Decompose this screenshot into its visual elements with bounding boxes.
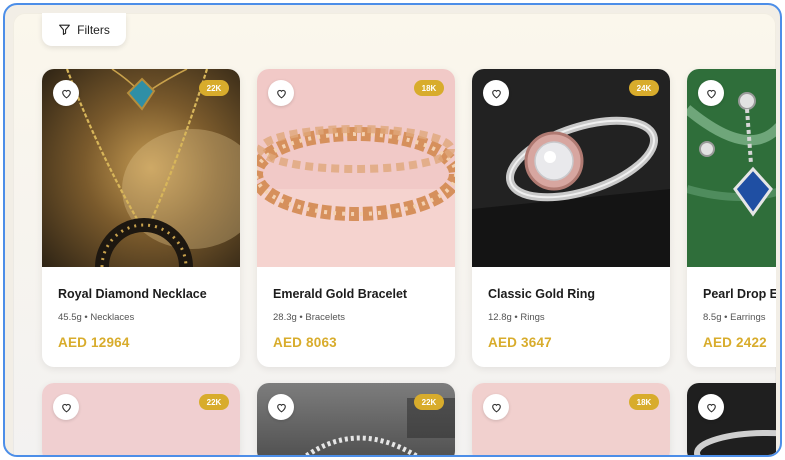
product-image[interactable]: 18K — [472, 383, 670, 455]
product-meta: 45.5g • Necklaces — [58, 312, 135, 323]
karat-badge: 22K — [199, 80, 229, 96]
product-price: AED 12964 — [58, 335, 130, 350]
karat-badge: 18K — [629, 394, 659, 410]
product-meta: 12.8g • Rings — [488, 312, 545, 323]
product-name[interactable]: Classic Gold Ring — [488, 287, 654, 301]
product-meta: 28.3g • Bracelets — [273, 312, 345, 323]
product-name[interactable]: Royal Diamond Necklace — [58, 287, 224, 301]
product-image[interactable]: 22K — [42, 69, 240, 267]
heart-icon — [61, 403, 71, 412]
product-card[interactable]: Pearl Drop Earrings 8.5g • Earrings AED … — [687, 69, 776, 367]
favorite-button[interactable] — [698, 80, 724, 106]
product-image[interactable] — [687, 383, 776, 455]
karat-badge: 18K — [414, 80, 444, 96]
heart-icon — [491, 89, 501, 98]
product-grid-area[interactable]: Filters 22K Royal Diamond Necklace 45.5g… — [13, 13, 776, 455]
heart-icon — [276, 89, 286, 98]
heart-icon — [276, 403, 286, 412]
favorite-button[interactable] — [268, 394, 294, 420]
heart-icon — [706, 89, 716, 98]
karat-badge: 22K — [199, 394, 229, 410]
product-card[interactable] — [687, 383, 776, 455]
heart-icon — [61, 89, 71, 98]
favorite-button[interactable] — [268, 80, 294, 106]
product-price: AED 3647 — [488, 335, 552, 350]
ring-photo — [694, 430, 776, 455]
product-name[interactable]: Emerald Gold Bracelet — [273, 287, 439, 301]
favorite-button[interactable] — [483, 394, 509, 420]
product-image[interactable]: 22K — [42, 383, 240, 455]
product-price: AED 2422 — [703, 335, 767, 350]
heart-icon — [491, 403, 501, 412]
product-meta: 8.5g • Earrings — [703, 312, 766, 323]
filters-label: Filters — [77, 22, 110, 37]
app-window: Filters 22K Royal Diamond Necklace 45.5g… — [3, 3, 782, 457]
favorite-button[interactable] — [698, 394, 724, 420]
favorite-button[interactable] — [483, 80, 509, 106]
product-card[interactable]: 22K Royal Diamond Necklace 45.5g • Neckl… — [42, 69, 240, 367]
product-image[interactable]: 24K — [472, 69, 670, 267]
product-card[interactable]: 22K — [42, 383, 240, 455]
product-card[interactable]: 24K Classic Gold Ring 12.8g • Rings AED … — [472, 69, 670, 367]
product-image[interactable]: 18K — [257, 69, 455, 267]
heart-icon — [706, 403, 716, 412]
karat-badge: 24K — [629, 80, 659, 96]
favorite-button[interactable] — [53, 394, 79, 420]
product-price: AED 8063 — [273, 335, 337, 350]
product-image[interactable]: 22K — [257, 383, 455, 455]
filter-icon — [59, 24, 71, 35]
product-card[interactable]: 18K — [472, 383, 670, 455]
favorite-button[interactable] — [53, 80, 79, 106]
product-image[interactable] — [687, 69, 776, 267]
filters-button[interactable]: Filters — [42, 13, 126, 46]
product-name[interactable]: Pearl Drop Earrings — [703, 287, 776, 301]
karat-badge: 22K — [414, 394, 444, 410]
product-card[interactable]: 22K — [257, 383, 455, 455]
product-card[interactable]: 18K Emerald Gold Bracelet 28.3g • Bracel… — [257, 69, 455, 367]
